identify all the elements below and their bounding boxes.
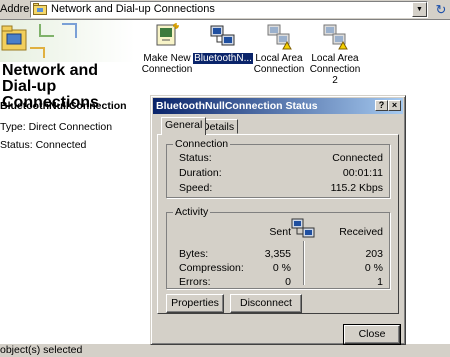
icon-label: Local Area — [311, 53, 359, 64]
bytes-received-value: 203 — [365, 248, 383, 260]
go-arrow-icon[interactable]: ↻ — [432, 1, 450, 18]
compression-received-value: 0 % — [364, 262, 383, 274]
duration-value: 00:01:11 — [342, 167, 383, 179]
duration-label: Duration: — [179, 167, 222, 179]
status-bar-text: object(s) selected — [0, 344, 83, 356]
icon-label: Make New — [143, 53, 191, 64]
direct-connection-icon — [210, 25, 235, 46]
dialog-titlebar[interactable]: BluetoothNullConnection Status ? × — [153, 98, 403, 114]
status-bar: object(s) selected — [0, 343, 450, 357]
compression-sent-value: 0 % — [272, 262, 291, 274]
local-area-connection-2-item[interactable]: Local Area Connection 2 — [305, 22, 365, 86]
activity-divider — [303, 241, 304, 285]
address-path: Network and Dial-up Connections — [51, 3, 215, 15]
status-label: Status: — [179, 152, 212, 164]
connection-status-dialog: BluetoothNullConnection Status ? × Gener… — [150, 95, 406, 345]
make-new-connection-icon — [156, 23, 179, 46]
speed-value: 115.2 Kbps — [330, 182, 383, 194]
local-area-connection-item[interactable]: Local Area Connection — [249, 22, 309, 75]
close-button[interactable]: Close — [343, 324, 401, 345]
make-new-connection-item[interactable]: Make New Connection — [137, 22, 197, 75]
activity-group-title: Activity — [173, 206, 211, 218]
received-label: Received — [339, 226, 383, 238]
connection-group: Connection Status: Connected Duration: 0… — [166, 138, 390, 198]
icon-label: BluetoothN... — [193, 53, 253, 64]
close-x-button[interactable]: × — [388, 100, 401, 111]
properties-button[interactable]: Properties — [166, 294, 224, 313]
bytes-sent-value: 3,355 — [264, 248, 291, 260]
address-dropdown-button[interactable]: ▼ — [412, 2, 427, 17]
general-tab-panel: Connection Status: Connected Duration: 0… — [157, 134, 399, 314]
connection-group-title: Connection — [173, 138, 231, 150]
icon-label: Local Area — [255, 53, 303, 64]
sent-label: Sent — [269, 226, 291, 238]
selected-connection-type: Type: Direct Connection — [0, 121, 113, 133]
icon-label: Connection 2 — [309, 64, 361, 86]
errors-sent-value: 0 — [285, 276, 291, 288]
icon-label: Connection — [253, 64, 305, 75]
status-value: Connected — [332, 152, 383, 164]
lan-connection-icon — [323, 24, 348, 50]
speed-label: Speed: — [179, 182, 213, 194]
address-field[interactable]: Network and Dial-up Connections ▼ — [30, 1, 428, 18]
network-folder-icon — [33, 3, 47, 15]
compression-label: Compression: — [179, 262, 244, 274]
activity-group: Activity Sent Received Bytes: 3,355 203 … — [166, 206, 390, 289]
dialog-title: BluetoothNullConnection Status — [156, 100, 318, 112]
icon-label: Connection — [141, 64, 193, 75]
errors-label: Errors: — [179, 276, 211, 288]
lan-connection-icon — [267, 24, 292, 50]
disconnect-button[interactable]: Disconnect — [230, 294, 302, 313]
bytes-label: Bytes: — [179, 248, 209, 260]
help-button[interactable]: ? — [375, 100, 388, 111]
address-bar: Address Network and Dial-up Connections … — [0, 0, 450, 20]
bluetooth-connection-item[interactable]: BluetoothN... — [193, 22, 253, 64]
network-activity-icon — [291, 218, 315, 238]
selected-connection-name: BluetoothNullConnection — [0, 100, 127, 112]
errors-received-value: 1 — [377, 276, 383, 288]
network-banner-graphic — [0, 20, 135, 62]
tab-general[interactable]: General — [161, 117, 207, 135]
selected-connection-status: Status: Connected — [0, 139, 87, 151]
